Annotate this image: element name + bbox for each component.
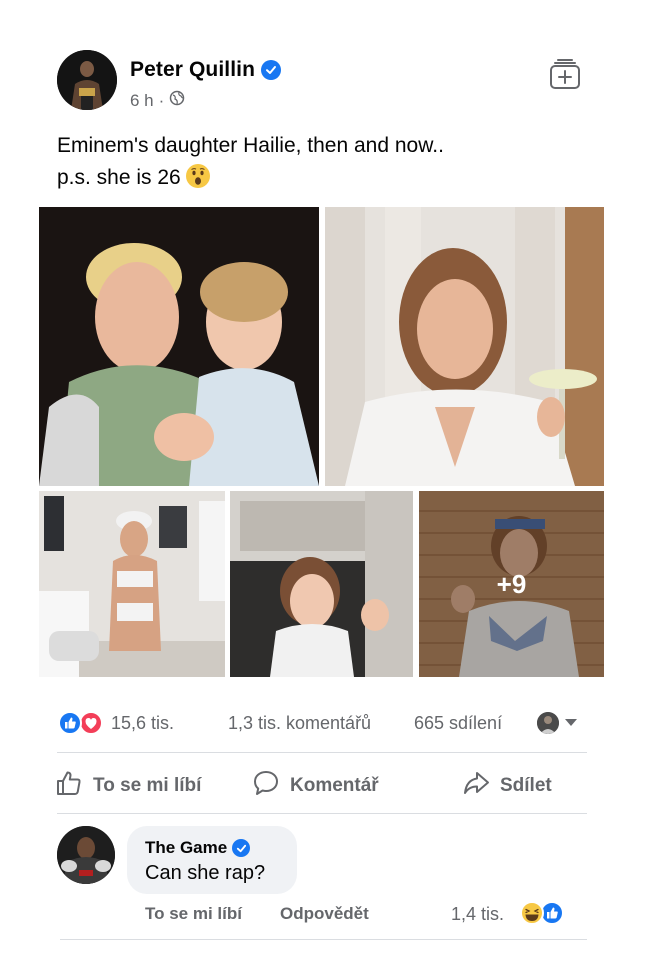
comment-bubble: The Game Can she rap? [127,826,297,894]
wow-emoji-icon [185,163,211,189]
comment-button[interactable]: Komentář [252,770,379,802]
comment-like-button[interactable]: To se mi líbí [145,904,242,924]
comment-icon [252,769,280,803]
photo-1[interactable] [39,207,319,486]
post-meta: 6 h · [130,90,185,111]
author-name[interactable]: Peter Quillin [130,58,255,82]
thumbs-up-icon [55,769,83,803]
photo-2[interactable] [325,207,604,486]
photo-5[interactable]: +9 [419,491,604,677]
comment-reaction-count[interactable]: 1,4 tis. [451,904,504,925]
divider [57,813,587,814]
post-author[interactable]: Peter Quillin [130,58,281,82]
comment-text: Can she rap? [145,862,266,884]
save-icon[interactable] [549,58,581,90]
comment-count[interactable]: 1,3 tis. komentářů [228,713,371,734]
comment-author-name[interactable]: The Game [145,838,227,858]
chevron-down-icon[interactable] [565,719,577,726]
photo-3[interactable] [39,491,225,677]
reaction-icons[interactable] [57,710,107,736]
like-button[interactable]: To se mi líbí [55,770,201,802]
like-button-label: To se mi líbí [93,775,202,796]
post-text-content: Eminem's daughter Hailie, then and now..… [57,134,444,189]
more-photos-count: +9 [496,568,527,599]
share-icon [462,769,490,803]
author-avatar[interactable] [57,50,117,110]
verified-badge-icon [232,839,251,857]
reaction-summary: 15,6 tis. 1,3 tis. komentářů 665 sdílení [57,708,587,738]
share-button-label: Sdílet [500,775,552,796]
commenter-avatar[interactable] [57,826,115,884]
comment-author[interactable]: The Game [145,838,251,858]
reaction-count[interactable]: 15,6 tis. [111,713,174,734]
globe-icon [169,90,185,111]
divider [57,752,587,753]
comment-reaction-icons[interactable] [519,900,567,926]
post-time[interactable]: 6 h [130,91,154,111]
more-photos-overlay[interactable]: +9 [419,491,604,677]
verified-badge-icon [261,60,281,80]
comment-button-label: Komentář [290,775,379,796]
meta-separator: · [158,90,165,110]
comment-reply-button[interactable]: Odpovědět [280,904,369,924]
share-count[interactable]: 665 sdílení [414,713,502,734]
reactor-avatar[interactable] [537,712,559,734]
share-button[interactable]: Sdílet [462,770,552,802]
post-text: Eminem's daughter Hailie, then and now..… [57,130,597,194]
divider [60,939,587,940]
photo-4[interactable] [230,491,413,677]
